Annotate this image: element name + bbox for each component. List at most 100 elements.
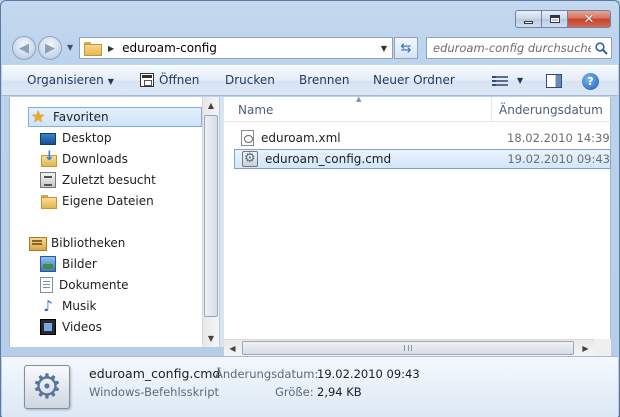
maximize-button[interactable]	[541, 10, 567, 28]
file-date: 19.02.2010 09:43	[507, 152, 610, 166]
nav-documents-label: Dokumente	[59, 278, 129, 292]
burn-button[interactable]: Brennen	[299, 73, 349, 87]
sort-caret-icon: ▲	[356, 95, 362, 103]
nav-videos[interactable]: Videos	[40, 317, 102, 337]
nav-pictures[interactable]: Bilder	[40, 254, 97, 274]
folder-icon	[40, 193, 57, 209]
column-header-date[interactable]: Änderungsdatum	[499, 103, 603, 117]
nav-downloads[interactable]: Downloads	[40, 149, 128, 169]
organize-menu[interactable]: Organisieren ▼	[27, 73, 114, 87]
grip-icon	[404, 345, 412, 351]
chevron-down-icon: ▼	[67, 43, 74, 52]
file-row[interactable]: eduroam.xml 18.02.2010 14:39	[234, 128, 611, 148]
breadcrumb-arrow-icon[interactable]: ▶	[108, 44, 114, 53]
nav-my-files-label: Eigene Dateien	[62, 194, 154, 208]
explorer-window: ✕ ◀ ▶ ▼ ▶ eduroam-config ▼ ⇆ Organisiere…	[0, 0, 620, 417]
scroll-down-icon[interactable]: ▼	[203, 330, 219, 347]
details-modified-label: Änderungsdatum:	[215, 367, 319, 381]
search-icon[interactable]	[591, 41, 611, 55]
scrollbar-corner	[594, 339, 611, 356]
file-date: 18.02.2010 14:39	[507, 131, 610, 145]
music-icon: ♪	[43, 297, 53, 315]
recent-places-icon	[40, 172, 56, 188]
open-button[interactable]: Öffnen	[159, 73, 199, 87]
nav-libraries-label: Bibliotheken	[51, 236, 126, 250]
horizontal-scroll-thumb[interactable]	[242, 341, 574, 355]
nav-videos-label: Videos	[62, 320, 102, 334]
navigation-pane: ★ Favoriten Desktop Downloads Zuletzt be…	[9, 97, 219, 347]
breadcrumb-current[interactable]: eduroam-config	[122, 41, 376, 55]
minimize-icon	[524, 20, 533, 24]
navigation-scrollbar[interactable]: ▲ ▼	[202, 97, 219, 347]
forward-button[interactable]: ▶	[38, 36, 62, 60]
nav-desktop[interactable]: Desktop	[40, 128, 112, 148]
downloads-icon	[40, 149, 57, 167]
file-list-horizontal-scrollbar[interactable]: ◀ ▶	[224, 339, 594, 356]
cmd-open-icon	[140, 73, 154, 87]
maximize-icon	[549, 15, 560, 23]
nav-music-label: Musik	[62, 299, 97, 313]
nav-downloads-label: Downloads	[62, 152, 128, 166]
close-button[interactable]: ✕	[567, 10, 611, 28]
desktop-icon	[40, 133, 56, 145]
refresh-button[interactable]: ⇆	[394, 37, 418, 59]
details-file-type: Windows-Befehlsskript	[89, 385, 220, 399]
star-icon: ★	[31, 107, 46, 126]
new-folder-button[interactable]: Neuer Ordner	[373, 73, 455, 87]
caption-buttons: ✕	[515, 10, 611, 28]
column-separator[interactable]	[491, 97, 492, 122]
cmd-script-large-icon: ⚙	[24, 365, 70, 409]
file-row-selected[interactable]: eduroam_config.cmd 19.02.2010 09:43	[234, 149, 611, 169]
minimize-button[interactable]	[515, 10, 541, 28]
print-button[interactable]: Drucken	[225, 73, 275, 87]
nav-favorites[interactable]: ★ Favoriten	[28, 107, 202, 127]
command-bar: Organisieren ▼ Öffnen Drucken Brennen Neu…	[2, 65, 618, 96]
address-history-dropdown[interactable]: ▼	[376, 44, 392, 53]
recent-pages-dropdown[interactable]: ▼	[67, 43, 73, 52]
details-size-value: 2,94 KB	[317, 385, 362, 399]
nav-my-files[interactable]: Eigene Dateien	[40, 191, 154, 211]
search-input[interactable]	[427, 41, 591, 55]
navigation-scroll-thumb[interactable]	[204, 115, 218, 317]
nav-desktop-label: Desktop	[62, 131, 112, 145]
column-header-name[interactable]: Name	[238, 103, 273, 117]
nav-recent[interactable]: Zuletzt besucht	[40, 170, 156, 190]
xml-file-icon	[241, 130, 254, 146]
file-name: eduroam_config.cmd	[265, 152, 392, 166]
address-bar[interactable]: ▶ eduroam-config ▼	[79, 37, 393, 59]
pictures-icon	[40, 256, 56, 272]
file-list: ▲ Name Änderungsdatum eduroam.xml 18.02.…	[224, 95, 611, 347]
organize-label: Organisieren	[27, 73, 104, 87]
nav-libraries[interactable]: Bibliotheken	[29, 233, 125, 253]
help-icon[interactable]: ?	[582, 73, 599, 90]
documents-icon	[40, 277, 53, 293]
cmd-file-icon	[242, 151, 258, 167]
details-pane: ⚙ eduroam_config.cmd Windows-Befehlsskri…	[2, 356, 618, 417]
details-file-name: eduroam_config.cmd	[89, 366, 221, 381]
libraries-icon	[29, 235, 47, 251]
preview-pane-icon[interactable]	[546, 74, 562, 88]
videos-icon	[40, 319, 56, 335]
nav-favorites-label: Favoriten	[53, 110, 109, 124]
scroll-right-icon[interactable]: ▶	[577, 340, 594, 356]
nav-recent-label: Zuletzt besucht	[62, 173, 156, 187]
arrow-right-icon: ▶	[45, 40, 55, 56]
refresh-icon: ⇆	[400, 40, 412, 56]
search-box	[426, 37, 612, 59]
arrow-left-icon: ◀	[19, 40, 29, 56]
close-icon: ✕	[583, 11, 595, 27]
chevron-down-icon: ▼	[107, 77, 114, 86]
views-dropdown[interactable]: ▼	[517, 76, 523, 85]
details-size-label: Größe:	[275, 385, 314, 399]
views-icon[interactable]	[492, 74, 508, 88]
column-header-row: ▲ Name Änderungsdatum	[224, 95, 611, 122]
details-modified-value: 19.02.2010 09:43	[317, 367, 420, 381]
file-name: eduroam.xml	[261, 131, 341, 145]
nav-documents[interactable]: Dokumente	[40, 275, 129, 295]
scroll-up-icon[interactable]: ▲	[203, 97, 219, 114]
back-button[interactable]: ◀	[12, 36, 36, 60]
folder-icon	[84, 42, 102, 56]
nav-pictures-label: Bilder	[62, 257, 97, 271]
scroll-left-icon[interactable]: ◀	[224, 340, 241, 356]
nav-music[interactable]: ♪ Musik	[40, 296, 97, 316]
